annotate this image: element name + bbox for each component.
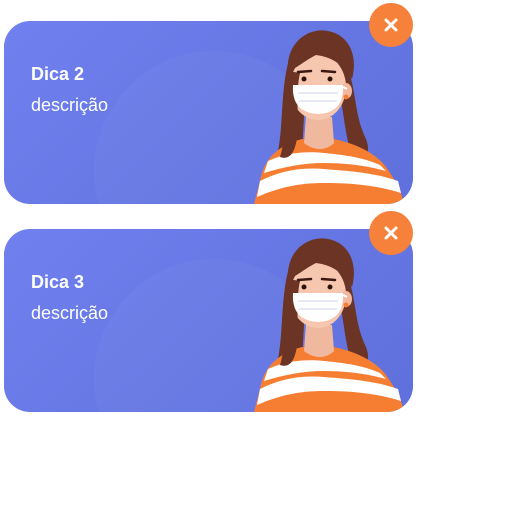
tip-card-3: Dica 3 descrição [4, 229, 413, 412]
woman-with-mask-illustration [254, 238, 404, 412]
tip-description: descrição [31, 303, 109, 323]
close-icon [384, 18, 398, 32]
tip-title: Dica 2 [31, 64, 85, 84]
tip-description: descrição [31, 95, 109, 115]
close-icon [384, 226, 398, 240]
tip-card-2: Dica 2 descrição [4, 21, 413, 204]
tip-title: Dica 3 [31, 272, 85, 292]
close-button[interactable] [369, 3, 413, 47]
close-button[interactable] [369, 211, 413, 255]
woman-with-mask-illustration [254, 30, 404, 204]
